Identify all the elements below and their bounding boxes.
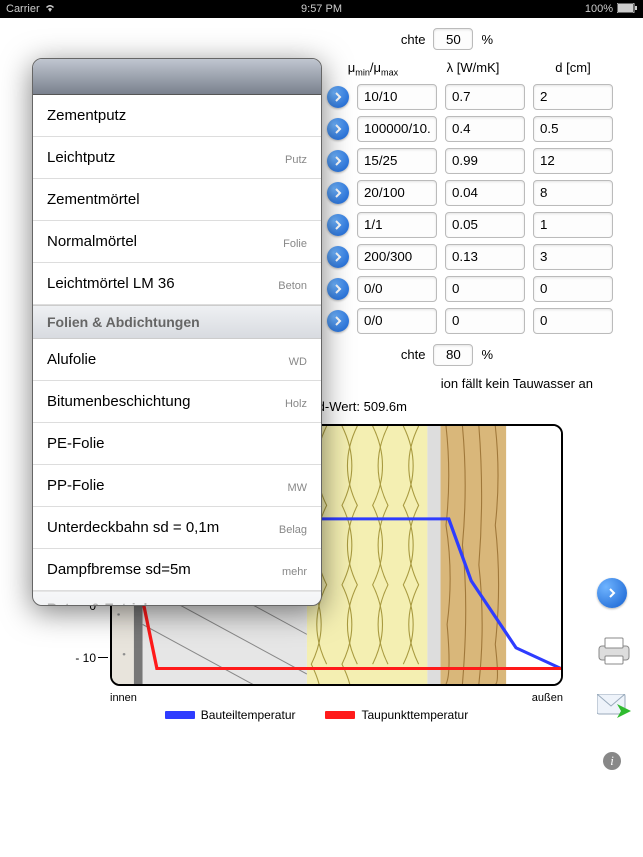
d-input[interactable] bbox=[533, 212, 613, 238]
ios-status-bar: Carrier 9:57 PM 100% bbox=[0, 0, 643, 18]
chart-aussen-label: außen bbox=[532, 692, 563, 704]
mid-unit: % bbox=[481, 347, 493, 362]
material-picker-popover: ZementputzLeichtputzPutzZementmörtelNorm… bbox=[32, 58, 322, 606]
carrier-label: Carrier bbox=[6, 3, 40, 15]
material-item[interactable]: BitumenbeschichtungHolz bbox=[33, 381, 321, 423]
wifi-icon bbox=[44, 3, 56, 16]
popover-header bbox=[33, 59, 321, 95]
row-detail-button[interactable] bbox=[327, 214, 349, 236]
material-item[interactable]: Zementputz bbox=[33, 95, 321, 137]
chart-innen-label: innen bbox=[110, 692, 137, 704]
y-tick: - 10 bbox=[75, 651, 108, 665]
mid-humidity-input[interactable] bbox=[433, 344, 473, 366]
battery-percent: 100% bbox=[585, 3, 613, 15]
material-item[interactable]: AlufolieWD bbox=[33, 339, 321, 381]
material-section-header: Beton & Estrich bbox=[33, 591, 321, 605]
d-input[interactable] bbox=[533, 116, 613, 142]
d-input[interactable] bbox=[533, 180, 613, 206]
mail-icon[interactable] bbox=[597, 694, 627, 724]
row-detail-button[interactable] bbox=[327, 118, 349, 140]
row-detail-button[interactable] bbox=[327, 86, 349, 108]
header-d: d [cm] bbox=[533, 60, 613, 78]
material-item[interactable]: PE-Folie bbox=[33, 423, 321, 465]
row-detail-button[interactable] bbox=[327, 278, 349, 300]
mu-input[interactable] bbox=[357, 212, 437, 238]
mu-input[interactable] bbox=[357, 116, 437, 142]
legend-bauteil: Bauteiltemperatur bbox=[201, 708, 296, 722]
battery-icon bbox=[617, 3, 637, 16]
material-section-header: Folien & Abdichtungen bbox=[33, 305, 321, 339]
material-item[interactable]: NormalmörtelFolie bbox=[33, 221, 321, 263]
print-icon[interactable] bbox=[597, 636, 627, 666]
material-item[interactable]: LeichtputzPutz bbox=[33, 137, 321, 179]
lambda-input[interactable] bbox=[445, 244, 525, 270]
header-mu: μmin/μmax bbox=[333, 60, 413, 78]
clock: 9:57 PM bbox=[301, 3, 342, 15]
mu-input[interactable] bbox=[357, 84, 437, 110]
material-item[interactable]: Dampfbremse sd=5mmehr bbox=[33, 549, 321, 591]
mu-input[interactable] bbox=[357, 276, 437, 302]
row-detail-button[interactable] bbox=[327, 182, 349, 204]
lambda-input[interactable] bbox=[445, 116, 525, 142]
lambda-input[interactable] bbox=[445, 276, 525, 302]
info-icon[interactable]: i bbox=[603, 752, 621, 770]
mu-input[interactable] bbox=[357, 148, 437, 174]
d-input[interactable] bbox=[533, 148, 613, 174]
lambda-input[interactable] bbox=[445, 212, 525, 238]
d-input[interactable] bbox=[533, 276, 613, 302]
top-humidity-input[interactable] bbox=[433, 28, 473, 50]
material-item[interactable]: Unterdeckbahn sd = 0,1mBelag bbox=[33, 507, 321, 549]
legend-taupunkt: Taupunkttemperatur bbox=[361, 708, 468, 722]
material-item[interactable]: Zementmörtel bbox=[33, 179, 321, 221]
lambda-input[interactable] bbox=[445, 180, 525, 206]
d-input[interactable] bbox=[533, 308, 613, 334]
mu-input[interactable] bbox=[357, 308, 437, 334]
top-unit: % bbox=[481, 32, 493, 47]
mu-input[interactable] bbox=[357, 244, 437, 270]
sd-value: sd-Wert: 509.6m bbox=[311, 399, 407, 414]
d-input[interactable] bbox=[533, 244, 613, 270]
header-lambda: λ [W/mK] bbox=[433, 60, 513, 78]
material-item[interactable]: Leichtmörtel LM 36Beton bbox=[33, 263, 321, 305]
mid-label-suffix: chte bbox=[401, 347, 426, 362]
row-detail-button[interactable] bbox=[327, 310, 349, 332]
top-label-suffix: chte bbox=[401, 32, 426, 47]
lambda-input[interactable] bbox=[445, 148, 525, 174]
lambda-input[interactable] bbox=[445, 84, 525, 110]
d-input[interactable] bbox=[533, 84, 613, 110]
expand-button[interactable] bbox=[597, 578, 627, 608]
material-item[interactable]: PP-FolieMW bbox=[33, 465, 321, 507]
row-detail-button[interactable] bbox=[327, 150, 349, 172]
lambda-input[interactable] bbox=[445, 308, 525, 334]
mu-input[interactable] bbox=[357, 180, 437, 206]
row-detail-button[interactable] bbox=[327, 246, 349, 268]
chart-legend: Bauteiltemperatur Taupunkttemperatur bbox=[70, 708, 563, 722]
